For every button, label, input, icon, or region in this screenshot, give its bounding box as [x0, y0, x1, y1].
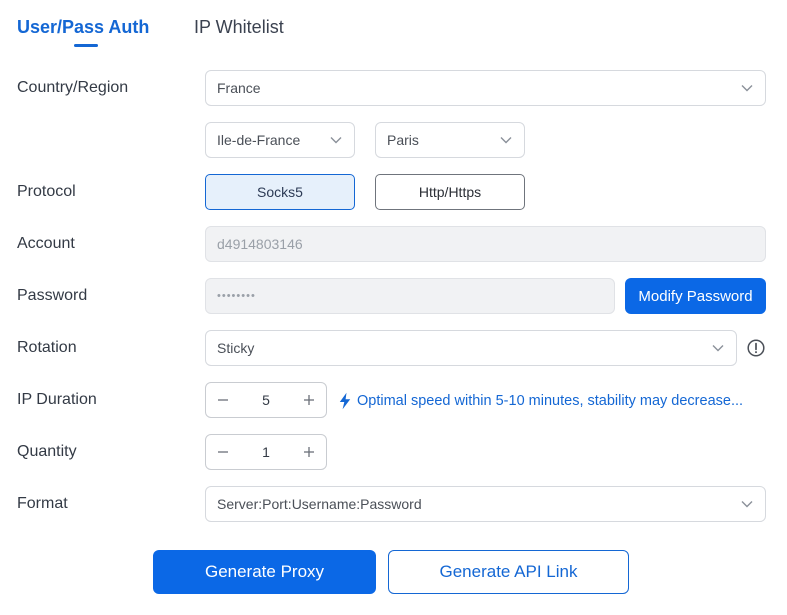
protocol-http-https-button[interactable]: Http/Https	[375, 174, 525, 210]
country-select[interactable]: France	[205, 70, 766, 106]
protocol-socks5-button[interactable]: Socks5	[205, 174, 355, 210]
region-select[interactable]: Ile-de-France	[205, 122, 355, 158]
ip-duration-label: IP Duration	[17, 391, 97, 408]
quantity-value[interactable]: 1	[240, 435, 292, 469]
password-label: Password	[17, 287, 88, 304]
generate-proxy-button[interactable]: Generate Proxy	[153, 550, 376, 594]
rotation-select-value: Sticky	[217, 340, 255, 356]
chevron-down-icon	[741, 500, 753, 508]
account-field-value: d4914803146	[217, 236, 303, 252]
protocol-label: Protocol	[17, 183, 76, 200]
city-select-value: Paris	[387, 132, 419, 148]
modify-password-button[interactable]: Modify Password	[625, 278, 766, 314]
chevron-down-icon	[741, 84, 753, 92]
quantity-label: Quantity	[17, 443, 77, 460]
ip-duration-stepper[interactable]: 5	[205, 382, 327, 418]
generate-api-link-button[interactable]: Generate API Link	[388, 550, 629, 594]
country-region-label: Country/Region	[17, 79, 129, 96]
increment-button[interactable]	[292, 383, 326, 417]
format-select[interactable]: Server:Port:Username:Password	[205, 486, 766, 522]
info-circle-icon[interactable]	[747, 339, 765, 357]
rotation-select[interactable]: Sticky	[205, 330, 737, 366]
account-label: Account	[17, 235, 75, 252]
password-field: ••••••••	[205, 278, 615, 314]
ip-duration-value[interactable]: 5	[240, 383, 292, 417]
chevron-down-icon	[500, 136, 512, 144]
auth-tabs: User/Pass Auth IP Whitelist	[0, 0, 787, 60]
chevron-down-icon	[330, 136, 342, 144]
country-select-value: France	[217, 80, 261, 96]
ip-duration-hint-text: Optimal speed within 5-10 minutes, stabi…	[357, 393, 744, 409]
account-field: d4914803146	[205, 226, 766, 262]
city-select[interactable]: Paris	[375, 122, 525, 158]
active-tab-indicator	[74, 44, 98, 47]
format-select-value: Server:Port:Username:Password	[217, 496, 422, 512]
region-select-value: Ile-de-France	[217, 132, 301, 148]
chevron-down-icon	[712, 344, 724, 352]
rotation-label: Rotation	[17, 339, 77, 356]
increment-button[interactable]	[292, 435, 326, 469]
format-label: Format	[17, 495, 68, 512]
password-field-value: ••••••••	[217, 290, 256, 302]
decrement-button[interactable]	[206, 383, 240, 417]
decrement-button[interactable]	[206, 435, 240, 469]
ip-duration-hint: Optimal speed within 5-10 minutes, stabi…	[338, 391, 743, 411]
tab-user-pass-auth[interactable]: User/Pass Auth	[17, 17, 149, 38]
tab-ip-whitelist[interactable]: IP Whitelist	[194, 17, 284, 38]
quantity-stepper[interactable]: 1	[205, 434, 327, 470]
lightning-bolt-icon	[338, 392, 352, 410]
